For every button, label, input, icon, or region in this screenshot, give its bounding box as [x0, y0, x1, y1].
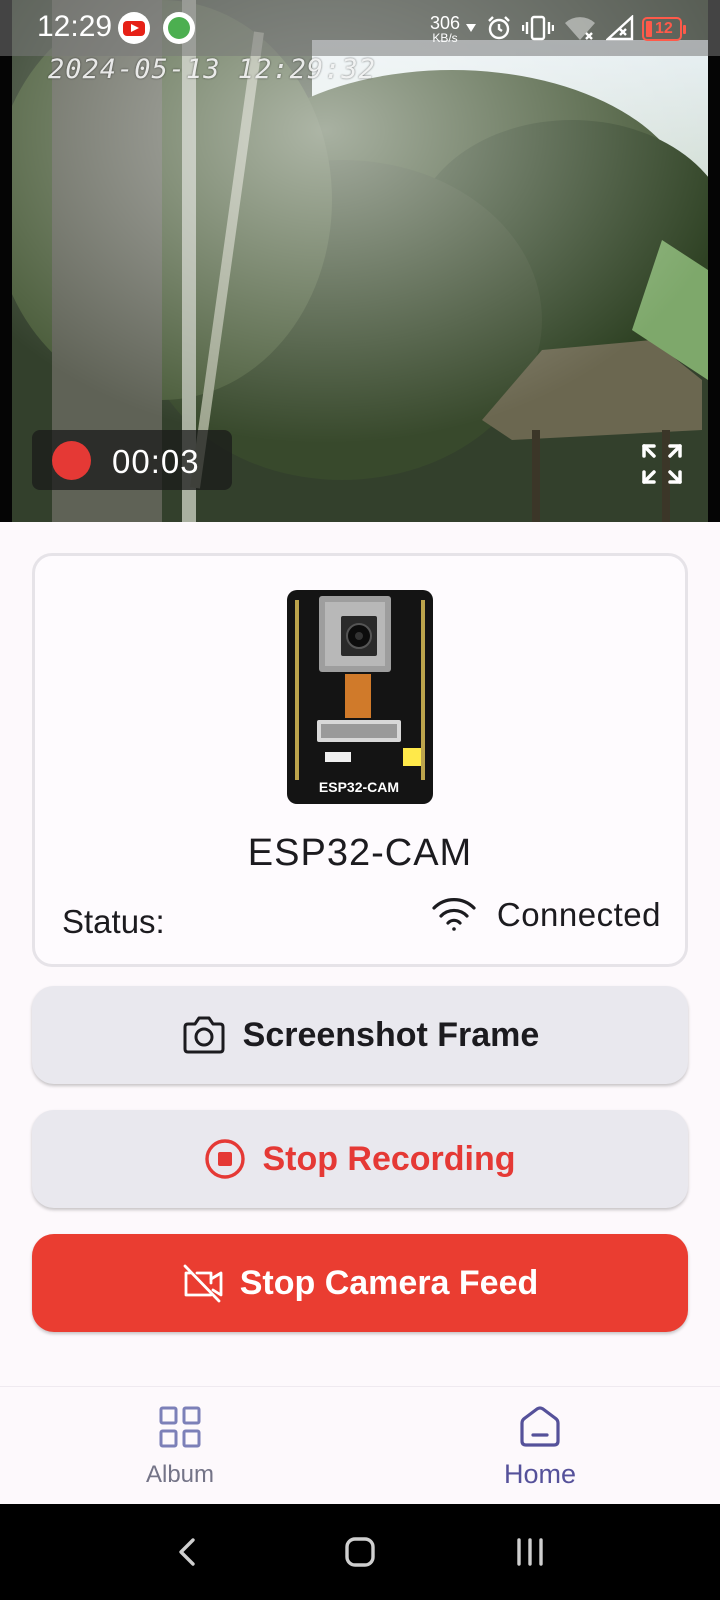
- grid-icon: [159, 1406, 201, 1448]
- letterbox-left: [0, 0, 12, 522]
- feed-timestamp: 2024-05-13 12:29:32: [48, 54, 376, 85]
- nav-item-album[interactable]: Album: [80, 1387, 280, 1505]
- stop-camera-feed-label: Stop Camera Feed: [239, 1263, 539, 1302]
- recording-indicator: 00:03: [32, 430, 232, 490]
- camera-feed[interactable]: 2024-05-13 12:29:32 00:03: [0, 0, 720, 522]
- wifi-off-icon: [565, 17, 595, 40]
- board-silkscreen-label: ESP32-CAM: [319, 779, 399, 795]
- wifi-icon: [432, 898, 476, 931]
- app-screen: 2024-05-13 12:29:32 00:03 12:29 306 KB/s: [0, 0, 720, 1600]
- download-arrow-icon: [466, 24, 476, 32]
- home-icon: [520, 1406, 560, 1447]
- connection-status: Connected: [431, 896, 661, 934]
- system-navigation-bar: [0, 1504, 720, 1600]
- stop-recording-label: Stop Recording: [262, 1139, 516, 1178]
- nav-item-home[interactable]: Home: [440, 1387, 640, 1505]
- camera-icon: [183, 1016, 225, 1054]
- nav-album-label: Album: [145, 1461, 215, 1488]
- back-icon[interactable]: [168, 1532, 208, 1572]
- network-speed-unit: KB/s: [432, 31, 458, 45]
- screenshot-frame-button[interactable]: Screenshot Frame: [32, 986, 688, 1084]
- status-icons: [466, 12, 634, 44]
- esp32-cam-board-image: ESP32-CAM: [287, 590, 433, 804]
- youtube-icon: [118, 12, 150, 44]
- bottom-navigation: Album Home: [0, 1386, 720, 1504]
- device-name: ESP32-CAM: [247, 832, 473, 874]
- vibrate-icon: [522, 15, 554, 41]
- app-notification-icon: [163, 12, 195, 44]
- home-button-icon[interactable]: [340, 1532, 380, 1572]
- record-dot-icon: [52, 441, 91, 480]
- status-bar: 12:29 306 KB/s 12: [0, 0, 720, 56]
- alarm-icon: [488, 16, 510, 40]
- stop-recording-button[interactable]: Stop Recording: [32, 1110, 688, 1208]
- status-value: Connected: [496, 896, 661, 933]
- stop-camera-feed-button[interactable]: Stop Camera Feed: [32, 1234, 688, 1332]
- screenshot-frame-label: Screenshot Frame: [242, 1015, 540, 1054]
- battery-level: 12: [655, 20, 673, 37]
- nav-home-label: Home: [503, 1459, 577, 1489]
- videocam-off-icon: [183, 1264, 223, 1303]
- status-time: 12:29: [37, 10, 113, 43]
- recording-timer: 00:03: [112, 443, 200, 480]
- recents-icon[interactable]: [510, 1532, 550, 1572]
- signal-off-icon: [606, 15, 634, 41]
- fullscreen-icon[interactable]: [640, 442, 684, 486]
- status-label: Status:: [62, 903, 165, 940]
- letterbox-right: [708, 0, 720, 522]
- stop-record-icon: [205, 1139, 246, 1179]
- network-speed-value: 306: [429, 13, 461, 33]
- network-speed: 306 KB/s: [424, 14, 466, 44]
- battery-icon: 12: [642, 17, 686, 41]
- device-card: ESP32-CAM ESP32-CAM Status: Connected: [32, 553, 688, 967]
